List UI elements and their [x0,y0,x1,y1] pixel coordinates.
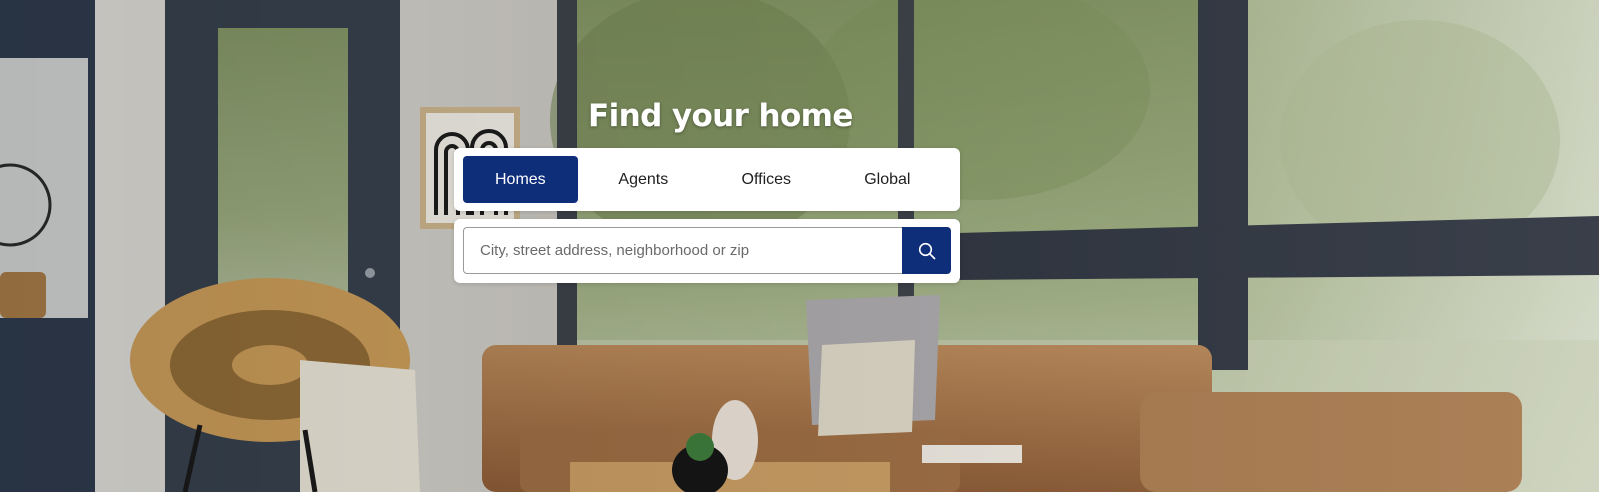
search-button[interactable] [902,227,951,274]
tab-agents[interactable]: Agents [578,156,709,203]
search-icon [918,242,936,260]
tab-global[interactable]: Global [824,156,951,203]
hero-section: Find your home Homes Agents Offices Glob… [0,0,1599,492]
search-type-tabs: Homes Agents Offices Global [454,148,960,211]
location-search-input[interactable] [463,227,903,274]
tab-homes[interactable]: Homes [463,156,578,203]
tab-offices[interactable]: Offices [709,156,824,203]
hero-title: Find your home [588,98,853,134]
search-bar [454,219,960,283]
